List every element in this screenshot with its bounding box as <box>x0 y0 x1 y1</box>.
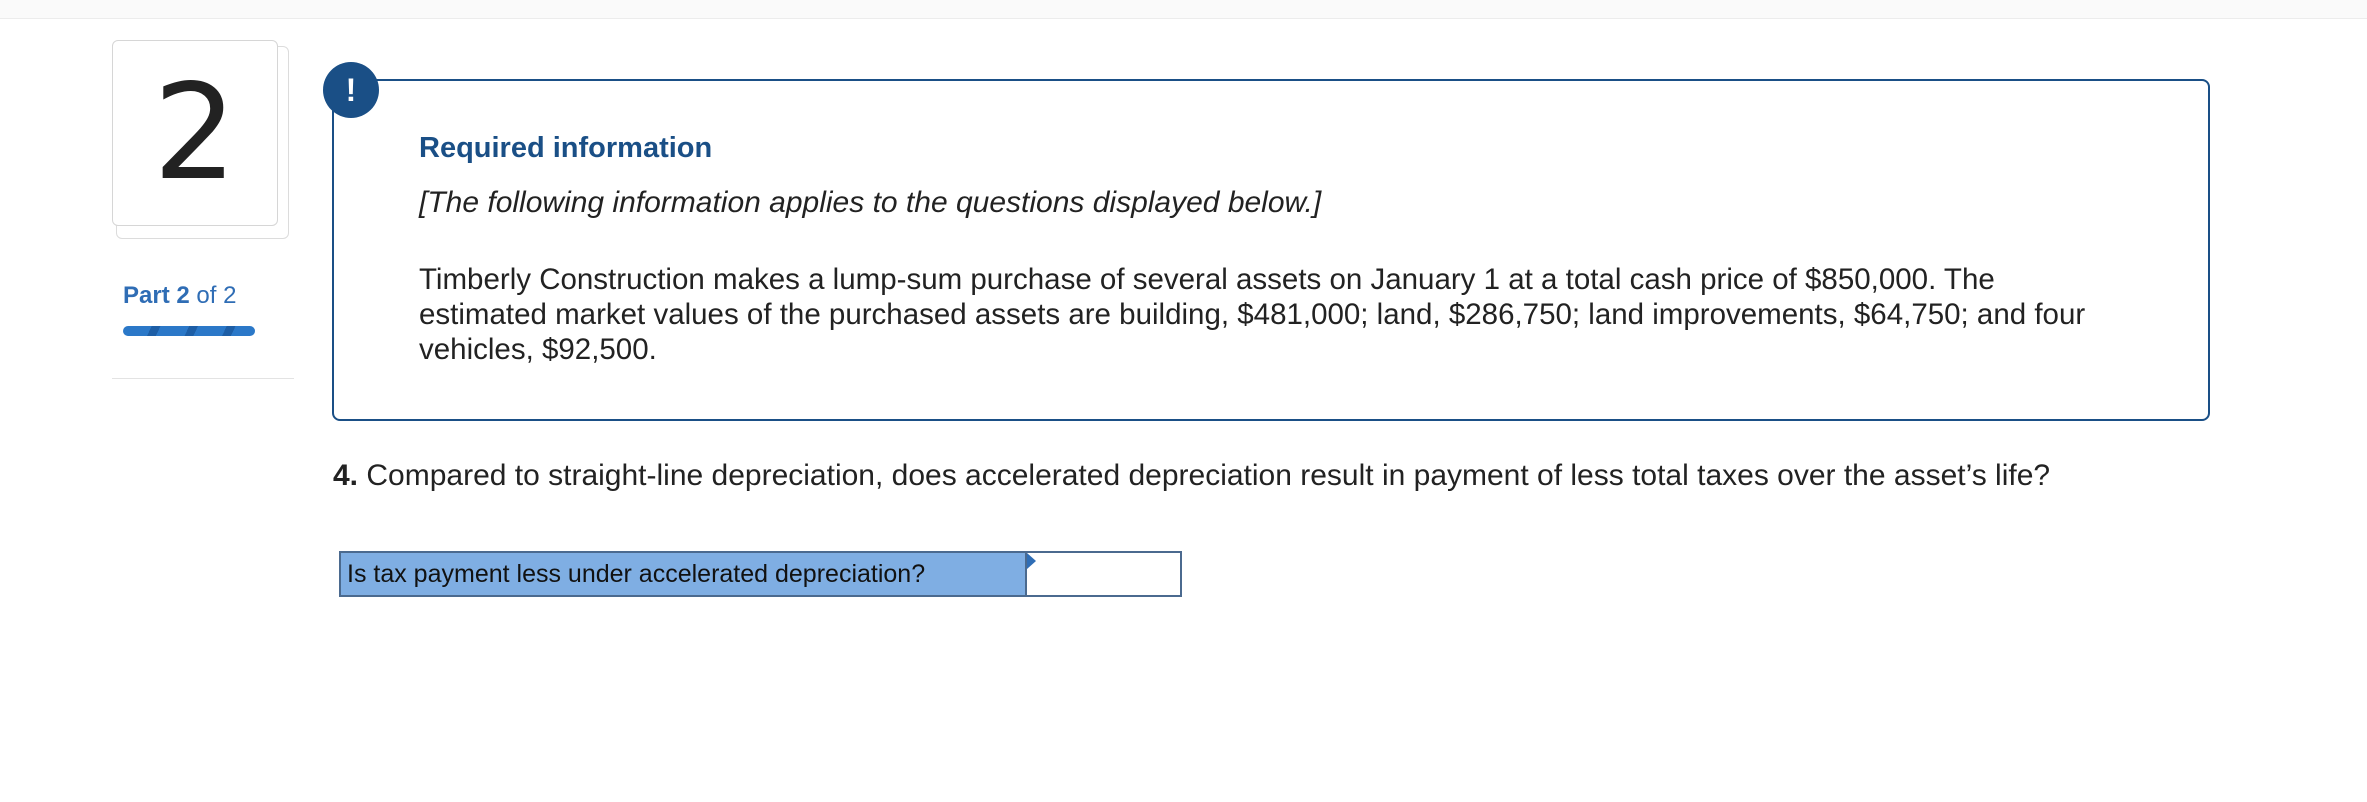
required-information-panel <box>332 79 2210 421</box>
question-text: Compared to straight-line depreciation, … <box>366 459 2051 492</box>
info-body: Timberly Construction makes a lump-sum p… <box>419 263 2086 366</box>
question-number-card: 2 <box>112 40 289 239</box>
part-progress-bar <box>123 326 255 336</box>
part-prefix: Part <box>123 282 170 309</box>
question-number-box: 2 <box>112 40 278 226</box>
top-bar <box>0 0 2367 19</box>
part-current: 2 <box>176 282 190 309</box>
answer-table-row: Is tax payment less under accelerated de… <box>339 551 1182 597</box>
question-index: 4. <box>333 459 359 492</box>
answer-row-label: Is tax payment less under accelerated de… <box>341 553 1027 595</box>
question-prompt: 4. Compared to straight-line depreciatio… <box>333 459 2050 493</box>
divider <box>112 378 294 379</box>
info-title: Required information <box>419 132 713 164</box>
info-note: [The following information applies to th… <box>419 186 1322 219</box>
answer-dropdown[interactable] <box>1027 553 1180 595</box>
question-number: 2 <box>153 56 237 210</box>
dropdown-marker-icon <box>1027 553 1036 569</box>
exclamation-icon: ! <box>323 62 379 118</box>
part-indicator: Part 2 of 2 <box>123 282 236 310</box>
badge-glyph: ! <box>345 71 357 108</box>
part-suffix: of 2 <box>196 282 237 309</box>
